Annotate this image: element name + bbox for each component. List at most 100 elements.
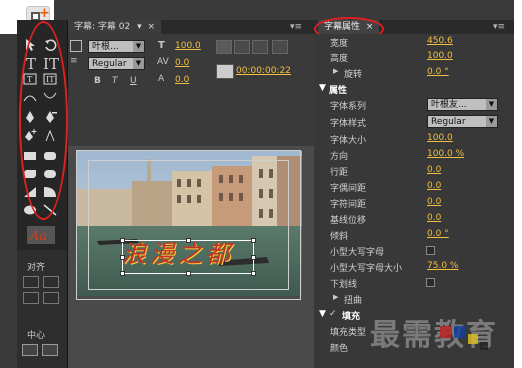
close-icon[interactable]: × xyxy=(366,22,374,32)
premiere-title-window: + T IT T IT Aa 对齐 中心 字幕: 字幕 02 ▾ × ▾≡ 字幕… xyxy=(0,0,514,368)
resize-handle[interactable] xyxy=(120,238,125,243)
dropdown-chevron-icon[interactable]: ▾ xyxy=(137,22,142,32)
prop-value[interactable]: 0.0 ° xyxy=(427,67,449,77)
title-selection-box[interactable] xyxy=(120,238,256,276)
underline-checkbox[interactable] xyxy=(426,278,435,287)
resize-handle[interactable] xyxy=(251,271,256,276)
pen-tool-icon[interactable] xyxy=(23,110,39,124)
resize-handle[interactable] xyxy=(120,255,125,260)
prop-row-slant: 倾斜 0.0 ° xyxy=(314,227,514,242)
font-size-value[interactable]: 100.0 xyxy=(175,41,201,51)
expand-triangle-icon[interactable]: ▶ xyxy=(333,67,338,75)
prop-value[interactable]: 0.0 xyxy=(427,165,441,175)
prop-label: 旋转 xyxy=(344,70,363,80)
align-center-v-button[interactable] xyxy=(43,292,59,304)
resize-handle[interactable] xyxy=(186,238,191,243)
prop-row-rotation: ▶ 旋转 0.0 ° xyxy=(314,65,514,80)
clipped-rectangle-tool-icon[interactable] xyxy=(23,168,39,182)
ellipse-tool-icon[interactable] xyxy=(23,204,39,218)
section-properties[interactable]: ▼ 属性 xyxy=(314,81,514,96)
collapse-triangle-icon[interactable]: ▼ xyxy=(319,309,326,319)
vertical-type-tool-icon[interactable]: IT xyxy=(43,57,59,72)
title-toolbar: ≡ 叶根... ▼ Regular ▼ B T U T 100.0 AV 0.0 A… xyxy=(68,34,314,146)
resize-handle[interactable] xyxy=(186,271,191,276)
prop-value[interactable]: 450.6 xyxy=(427,36,453,46)
align-left-text-button[interactable] xyxy=(216,40,232,54)
prop-row-tracking: 字符间距 0.0 xyxy=(314,195,514,210)
prop-row-underline: 下划线 xyxy=(314,275,514,290)
prop-row-kerning: 字偶间距 0.0 xyxy=(314,179,514,194)
resize-handle[interactable] xyxy=(251,238,256,243)
rounded-rectangle-tool-icon[interactable] xyxy=(43,150,59,164)
type-tool-icon[interactable]: T xyxy=(23,57,39,72)
roll-crawl-icon[interactable]: ≡ xyxy=(70,56,78,66)
area-type-tool-icon[interactable]: T xyxy=(23,73,39,87)
watermark-logo-icon xyxy=(438,322,498,358)
prop-label: 宽度 xyxy=(330,39,349,49)
close-icon[interactable]: × xyxy=(148,22,156,32)
center-vertical-button[interactable] xyxy=(42,344,58,356)
font-family-dropdown[interactable]: 叶根友... ▼ xyxy=(427,98,498,111)
prop-value: Regular xyxy=(431,117,466,127)
rectangle-tool-icon[interactable] xyxy=(23,150,39,164)
prop-label: 填充类型 xyxy=(330,328,367,338)
tab-title-panel[interactable]: 字幕: 字幕 02 ▾ × xyxy=(68,20,162,34)
title-canvas[interactable]: 浪漫之都 xyxy=(68,146,314,368)
bold-button[interactable]: B xyxy=(94,76,101,86)
fill-checkmark-icon[interactable]: ✓ xyxy=(329,309,337,319)
prop-value[interactable]: 0.0 xyxy=(427,197,441,207)
chevron-down-icon: ▼ xyxy=(133,58,144,69)
align-top-button[interactable] xyxy=(43,276,59,288)
font-style-value: Regular xyxy=(92,59,127,69)
collapse-triangle-icon[interactable]: ▼ xyxy=(319,83,326,93)
leading-value[interactable]: 0.0 xyxy=(175,75,189,85)
font-family-dropdown[interactable]: 叶根... ▼ xyxy=(88,40,145,53)
selection-tool-icon[interactable] xyxy=(23,38,39,52)
add-anchor-tool-icon[interactable] xyxy=(23,128,39,142)
kerning-value[interactable]: 0.0 xyxy=(175,58,189,68)
rotate-tool-icon[interactable] xyxy=(43,38,59,52)
properties-menu-icon[interactable]: ▾≡ xyxy=(493,20,505,34)
font-style-dropdown[interactable]: Regular ▼ xyxy=(427,115,498,128)
prop-value[interactable]: 0.0 ° xyxy=(427,229,449,239)
rounded-corner-rectangle-tool-icon[interactable] xyxy=(43,168,59,182)
prop-value[interactable]: 100.0 xyxy=(427,51,453,61)
line-tool-icon[interactable] xyxy=(43,204,59,218)
expand-triangle-icon[interactable]: ▶ xyxy=(333,293,338,301)
vertical-area-type-tool-icon[interactable]: IT xyxy=(43,73,59,87)
prop-value[interactable]: 0.0 xyxy=(427,181,441,191)
arc-tool-icon[interactable] xyxy=(43,186,59,200)
align-center-text-button[interactable] xyxy=(234,40,250,54)
wedge-tool-icon[interactable] xyxy=(23,186,39,200)
prop-row-aspect: 方向 100.0 % xyxy=(314,147,514,162)
center-horizontal-button[interactable] xyxy=(22,344,38,356)
prop-row-small-caps-size: 小型大写字母大小 75.0 % xyxy=(314,259,514,274)
align-center-h-button[interactable] xyxy=(23,292,39,304)
small-caps-checkbox[interactable] xyxy=(426,246,435,255)
new-title-icon[interactable] xyxy=(70,40,82,52)
show-background-video-icon[interactable] xyxy=(216,64,234,79)
align-right-text-button[interactable] xyxy=(252,40,268,54)
prop-label: 行距 xyxy=(330,168,349,178)
prop-value[interactable]: 100.0 xyxy=(427,133,453,143)
panel-menu-icon[interactable]: ▾≡ xyxy=(290,20,302,34)
tab-stops-button[interactable] xyxy=(272,40,288,54)
style-swatch-icon[interactable]: Aa xyxy=(27,226,55,244)
align-left-button[interactable] xyxy=(23,276,39,288)
delete-anchor-tool-icon[interactable] xyxy=(43,110,59,124)
vertical-path-type-tool-icon[interactable] xyxy=(43,91,59,105)
resize-handle[interactable] xyxy=(120,271,125,276)
prop-row-width: 宽度 450.6 xyxy=(314,34,514,49)
prop-row-small-caps: 小型大写字母 xyxy=(314,243,514,258)
resize-handle[interactable] xyxy=(251,255,256,260)
prop-value[interactable]: 100.0 % xyxy=(427,149,464,159)
timecode-value[interactable]: 00:00:00:22 xyxy=(236,66,291,76)
prop-value[interactable]: 0.0 xyxy=(427,213,441,223)
font-style-dropdown[interactable]: Regular ▼ xyxy=(88,57,145,70)
tab-title-properties[interactable]: 字幕属性 × xyxy=(318,20,380,34)
prop-value[interactable]: 75.0 % xyxy=(427,261,458,271)
convert-anchor-tool-icon[interactable] xyxy=(43,128,59,142)
path-type-tool-icon[interactable] xyxy=(23,91,39,105)
underline-button[interactable]: U xyxy=(130,76,137,86)
italic-button[interactable]: T xyxy=(112,76,118,86)
